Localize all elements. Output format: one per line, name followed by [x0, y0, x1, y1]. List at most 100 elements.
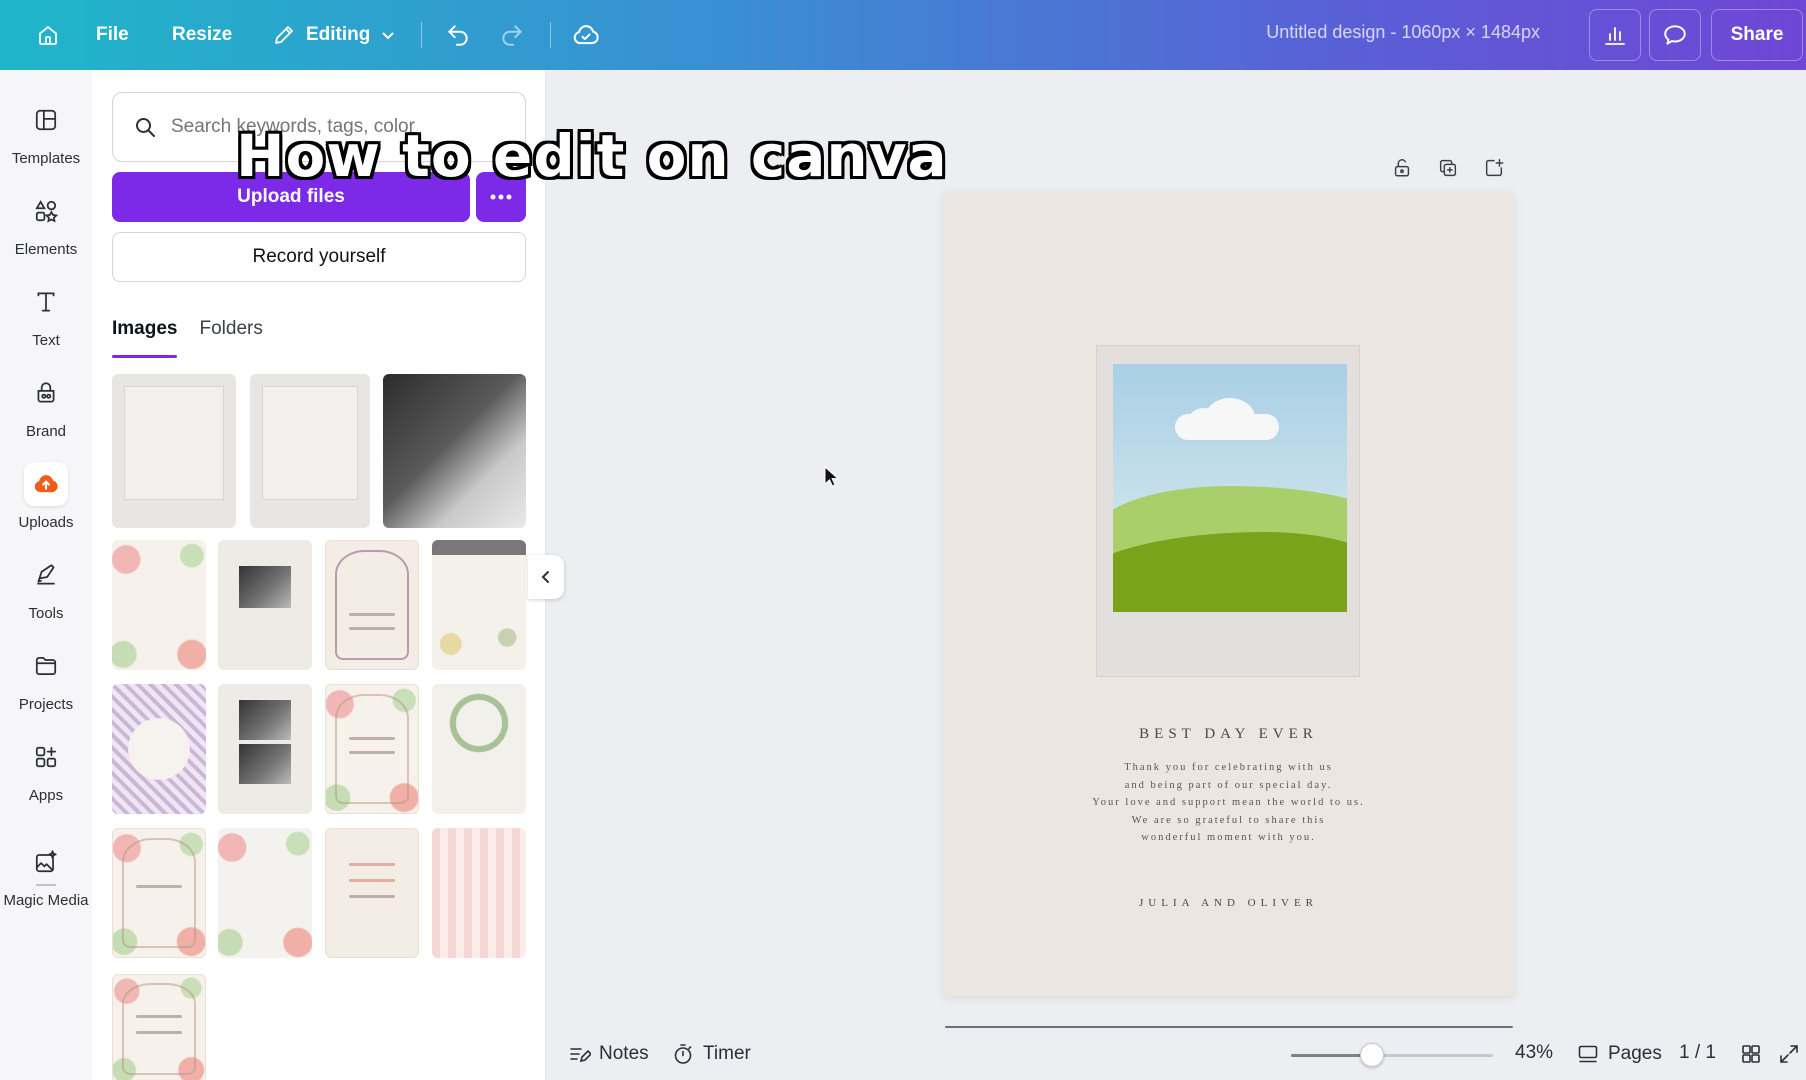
uploaded-image-thumbnail[interactable] — [432, 684, 526, 814]
comments-button[interactable] — [1649, 9, 1701, 61]
chevron-down-icon — [382, 32, 395, 40]
notes-icon — [570, 1048, 591, 1063]
invitation-body[interactable]: Thank you for celebrating with us and be… — [1053, 759, 1404, 847]
document-title[interactable]: Untitled design - 1060px × 1484px — [1200, 22, 1540, 43]
rail-item-label: Elements — [14, 241, 78, 258]
bottom-bar: Notes Timer 43% Pages 1 / 1 — [547, 1030, 1806, 1080]
toolbar-divider — [421, 22, 422, 48]
rail-item-uploads[interactable]: Uploads — [0, 462, 92, 544]
rail-item-label: Text — [32, 332, 60, 349]
file-menu-label: File — [96, 24, 129, 45]
redo-button[interactable] — [490, 11, 534, 59]
collapse-panel-button[interactable] — [528, 555, 564, 599]
photo-frame[interactable] — [1096, 345, 1360, 677]
pages-icon — [1578, 1045, 1598, 1063]
uploads-tabs: Images Folders — [112, 318, 263, 358]
left-nav-rail: Templates Elements Text Brand Uploads To… — [0, 70, 92, 1080]
pencil-icon — [275, 26, 293, 44]
tab-folders[interactable]: Folders — [199, 318, 262, 358]
chevron-left-icon — [541, 571, 549, 583]
timer-icon — [674, 1044, 692, 1064]
cloud-upload-icon — [24, 462, 68, 506]
uploaded-image-thumbnail[interactable] — [112, 684, 206, 814]
duplicate-icon — [1439, 159, 1457, 177]
zoom-percentage[interactable]: 43% — [1515, 1042, 1553, 1064]
record-yourself-button[interactable]: Record yourself — [112, 232, 526, 282]
uploaded-image-thumbnail[interactable] — [112, 828, 206, 958]
invitation-names[interactable]: JULIA AND OLIVER — [943, 897, 1514, 909]
design-page[interactable]: BEST DAY EVER Thank you for celebrating … — [943, 193, 1514, 996]
home-icon — [39, 26, 57, 45]
cloud-shape — [1175, 398, 1279, 440]
invitation-body-line: wonderful moment with you. — [1141, 832, 1316, 843]
zoom-slider[interactable] — [1291, 1043, 1493, 1067]
grid-view-button[interactable] — [1739, 1042, 1763, 1066]
uploaded-image-thumbnail[interactable] — [432, 828, 526, 958]
add-page-icon — [1485, 159, 1504, 177]
lock-page-button[interactable] — [1390, 156, 1414, 180]
uploaded-image-thumbnail[interactable] — [325, 828, 419, 958]
uploaded-image-thumbnail[interactable] — [218, 828, 312, 958]
rail-item-magic-media[interactable]: Magic Media — [0, 840, 92, 922]
folder-icon — [24, 644, 68, 688]
duplicate-page-button[interactable] — [1436, 156, 1460, 180]
uploaded-image-thumbnail[interactable] — [112, 974, 206, 1080]
bar-chart-icon — [1605, 27, 1625, 45]
uploaded-image-thumbnail[interactable] — [112, 540, 206, 670]
redo-icon — [502, 25, 523, 46]
timer-button[interactable]: Timer — [671, 1042, 751, 1066]
rail-item-tools[interactable]: Tools — [0, 553, 92, 635]
fullscreen-button[interactable] — [1777, 1042, 1801, 1066]
text-icon — [24, 280, 68, 324]
video-caption-overlay: How to edit on canva — [236, 122, 948, 190]
resize-label: Resize — [172, 24, 233, 45]
uploaded-image-thumbnail[interactable] — [432, 540, 526, 670]
magic-media-icon — [24, 840, 68, 884]
rail-item-templates[interactable]: Templates — [0, 98, 92, 180]
cloud-check-icon — [573, 25, 599, 45]
unlock-icon — [1394, 159, 1410, 177]
uploaded-image-thumbnail[interactable] — [325, 684, 419, 814]
rail-item-brand[interactable]: Brand — [0, 371, 92, 453]
top-toolbar: File Resize Editing Untitled design - 10… — [0, 0, 1806, 70]
editing-mode-dropdown[interactable]: Editing — [258, 11, 410, 59]
more-horizontal-icon — [490, 194, 512, 200]
uploaded-image-thumbnail[interactable] — [383, 374, 526, 528]
save-status-button[interactable] — [564, 11, 608, 59]
rail-item-projects[interactable]: Projects — [0, 644, 92, 726]
share-button[interactable]: Share — [1711, 9, 1803, 61]
rail-item-label: Tools — [28, 605, 64, 622]
placeholder-landscape-image[interactable] — [1113, 364, 1347, 612]
uploads-panel: Upload files Record yourself Images Fold… — [92, 70, 546, 1080]
uploaded-image-thumbnail[interactable] — [218, 540, 312, 670]
invitation-body-line: and being part of our special day. — [1124, 779, 1333, 791]
templates-icon — [24, 98, 68, 142]
insights-button[interactable] — [1589, 9, 1641, 61]
uploaded-image-thumbnail[interactable] — [325, 540, 419, 670]
rail-item-label: Uploads — [18, 514, 74, 531]
undo-button[interactable] — [436, 11, 480, 59]
mouse-cursor-icon — [824, 466, 838, 487]
zoom-slider-handle[interactable] — [1359, 1043, 1384, 1067]
resize-button[interactable]: Resize — [158, 11, 246, 59]
notes-label: Notes — [599, 1043, 649, 1064]
pages-button[interactable]: Pages — [1576, 1042, 1662, 1066]
invitation-body-line: Thank you for celebrating with us — [1124, 762, 1333, 773]
page-tools — [1390, 156, 1506, 180]
page-counter[interactable]: 1 / 1 — [1679, 1042, 1716, 1064]
home-button[interactable] — [24, 11, 72, 59]
timer-label: Timer — [703, 1043, 751, 1064]
tab-images[interactable]: Images — [112, 318, 178, 358]
rail-item-apps[interactable]: Apps — [0, 735, 92, 817]
uploaded-image-thumbnail[interactable] — [250, 374, 370, 528]
file-menu-button[interactable]: File — [82, 11, 143, 59]
uploaded-image-thumbnail[interactable] — [218, 684, 312, 814]
notes-button[interactable]: Notes — [567, 1042, 649, 1066]
add-page-button[interactable] — [1482, 156, 1506, 180]
uploaded-image-thumbnail[interactable] — [112, 374, 236, 528]
rail-item-elements[interactable]: Elements — [0, 189, 92, 271]
editing-mode-label: Editing — [306, 24, 371, 45]
apps-icon — [24, 735, 68, 779]
rail-item-text[interactable]: Text — [0, 280, 92, 362]
invitation-heading[interactable]: BEST DAY EVER — [943, 726, 1514, 743]
